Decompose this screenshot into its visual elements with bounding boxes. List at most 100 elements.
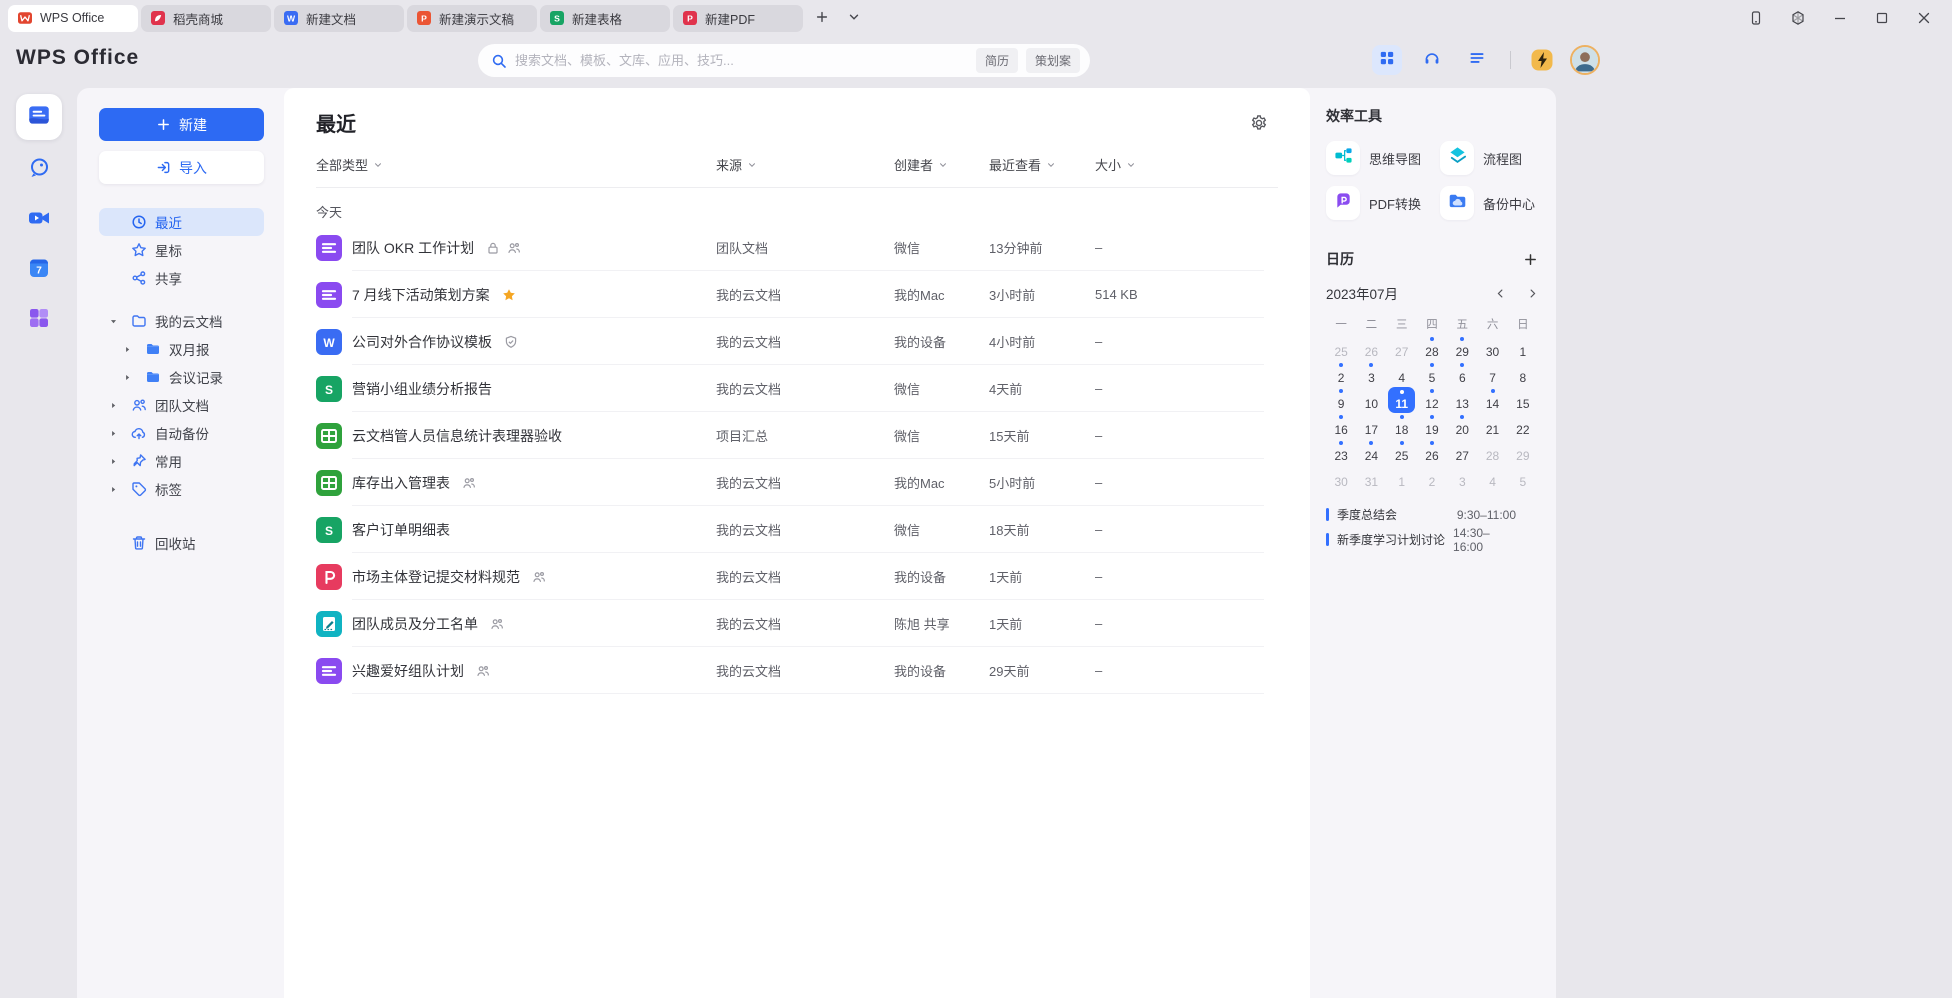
calendar-day[interactable]: 2 xyxy=(1417,465,1447,491)
tool-backup[interactable]: 备份中心 xyxy=(1440,183,1538,223)
caret-right-icon[interactable] xyxy=(109,401,127,410)
table-row[interactable]: 兴趣爱好组队计划我的云文档我的设备29天前– xyxy=(316,647,1278,694)
calendar-day[interactable]: 12 xyxy=(1417,387,1447,413)
calendar-day[interactable]: 27 xyxy=(1447,439,1477,465)
calendar-day[interactable]: 3 xyxy=(1447,465,1477,491)
calendar-day[interactable]: 26 xyxy=(1356,335,1386,361)
global-search-bar[interactable]: 简历策划案 xyxy=(478,44,1090,77)
sidebar-item[interactable]: 常用 xyxy=(99,447,264,475)
caret-right-icon[interactable] xyxy=(109,429,127,438)
apps-grid-button[interactable] xyxy=(1372,45,1402,75)
calendar-day[interactable]: 30 xyxy=(1326,465,1356,491)
close-button[interactable] xyxy=(1916,10,1932,26)
rail-item-apps[interactable] xyxy=(19,300,59,340)
calendar-day[interactable]: 20 xyxy=(1447,413,1477,439)
sidebar-item[interactable]: 共享 xyxy=(99,264,264,292)
calendar-day[interactable]: 25 xyxy=(1387,439,1417,465)
rail-item-documents[interactable] xyxy=(16,94,62,140)
theme-button[interactable] xyxy=(1790,10,1806,26)
table-row[interactable]: 市场主体登记提交材料规范我的云文档我的设备1天前– xyxy=(316,553,1278,600)
sidebar-item[interactable]: 会议记录 xyxy=(113,363,264,391)
mobile-button[interactable] xyxy=(1748,10,1764,26)
calendar-day[interactable]: 8 xyxy=(1508,361,1538,387)
filter-dropdown[interactable]: 创建者 xyxy=(894,155,948,174)
caret-right-icon[interactable] xyxy=(109,485,127,494)
tool-mindmap[interactable]: 思维导图 xyxy=(1326,138,1440,178)
tool-pdf-convert[interactable]: PDF转换 xyxy=(1326,183,1440,223)
new-tab-button[interactable] xyxy=(809,5,835,31)
calendar-day[interactable]: 27 xyxy=(1387,335,1417,361)
sidebar-item[interactable]: 自动备份 xyxy=(99,419,264,447)
gear-icon[interactable] xyxy=(1250,114,1268,132)
window-tab[interactable]: 稻壳商城 xyxy=(141,5,271,32)
calendar-day[interactable]: 14 xyxy=(1477,387,1507,413)
caret-right-icon[interactable] xyxy=(109,457,127,466)
filter-dropdown[interactable]: 全部类型 xyxy=(316,155,383,174)
calendar-day[interactable]: 28 xyxy=(1477,439,1507,465)
calendar-day[interactable]: 26 xyxy=(1417,439,1447,465)
caret-right-icon[interactable] xyxy=(123,373,141,382)
calendar-day[interactable]: 10 xyxy=(1356,387,1386,413)
sidebar-item[interactable]: 我的云文档 xyxy=(99,307,264,335)
calendar-day[interactable]: 1 xyxy=(1387,465,1417,491)
sidebar-item-trash[interactable]: 回收站 xyxy=(99,529,264,557)
filter-dropdown[interactable]: 大小 xyxy=(1095,155,1136,174)
calendar-day[interactable]: 4 xyxy=(1477,465,1507,491)
table-row[interactable]: 云文档管人员信息统计表理器验收项目汇总微信15天前– xyxy=(316,412,1278,459)
calendar-day[interactable]: 7 xyxy=(1477,361,1507,387)
caret-down-icon[interactable] xyxy=(109,317,127,326)
window-tab[interactable]: P新建演示文稿 xyxy=(407,5,537,32)
calendar-day[interactable]: 17 xyxy=(1356,413,1386,439)
table-row[interactable]: S客户订单明细表我的云文档微信18天前– xyxy=(316,506,1278,553)
filter-dropdown[interactable]: 来源 xyxy=(716,155,757,174)
search-tag[interactable]: 简历 xyxy=(976,48,1018,73)
search-input[interactable] xyxy=(515,53,976,68)
import-button[interactable]: 导入 xyxy=(99,151,264,184)
calendar-day[interactable]: 13 xyxy=(1447,387,1477,413)
calendar-day[interactable]: 22 xyxy=(1508,413,1538,439)
new-document-button[interactable]: 新建 xyxy=(99,108,264,141)
table-row[interactable]: 团队 OKR 工作计划团队文档微信13分钟前– xyxy=(316,224,1278,271)
rail-item-chat[interactable] xyxy=(19,150,59,190)
table-row[interactable]: W公司对外合作协议模板我的云文档我的设备4小时前– xyxy=(316,318,1278,365)
window-tab[interactable]: WPS Office xyxy=(8,5,138,32)
window-tab[interactable]: W新建文档 xyxy=(274,5,404,32)
table-row[interactable]: S营销小组业绩分析报告我的云文档微信4天前– xyxy=(316,365,1278,412)
tool-flowchart[interactable]: 流程图 xyxy=(1440,138,1538,178)
calendar-day[interactable]: 28 xyxy=(1417,335,1447,361)
sidebar-item[interactable]: 标签 xyxy=(99,475,264,503)
calendar-day[interactable]: 15 xyxy=(1508,387,1538,413)
maximize-button[interactable] xyxy=(1874,10,1890,26)
calendar-day[interactable]: 21 xyxy=(1477,413,1507,439)
vip-badge-icon[interactable] xyxy=(1529,47,1555,73)
caret-right-icon[interactable] xyxy=(123,345,141,354)
calendar-day[interactable]: 31 xyxy=(1356,465,1386,491)
sidebar-item[interactable]: 双月报 xyxy=(113,335,264,363)
sidebar-item[interactable]: 最近 xyxy=(99,208,264,236)
calendar-day[interactable]: 29 xyxy=(1447,335,1477,361)
prev-month-button[interactable] xyxy=(1495,288,1506,299)
calendar-day[interactable]: 16 xyxy=(1326,413,1356,439)
calendar-day[interactable]: 11 xyxy=(1387,387,1417,413)
minimize-button[interactable] xyxy=(1832,10,1848,26)
add-event-button[interactable] xyxy=(1523,252,1538,267)
rail-item-calendar7[interactable]: 7 xyxy=(19,250,59,290)
calendar-day[interactable]: 1 xyxy=(1508,335,1538,361)
tab-list-dropdown-button[interactable] xyxy=(841,5,867,31)
table-row[interactable]: 库存出入管理表我的云文档我的Mac5小时前– xyxy=(316,459,1278,506)
window-tab[interactable]: P新建PDF xyxy=(673,5,803,32)
calendar-day[interactable]: 5 xyxy=(1508,465,1538,491)
calendar-day[interactable]: 6 xyxy=(1447,361,1477,387)
sidebar-item[interactable]: 团队文档 xyxy=(99,391,264,419)
calendar-day[interactable]: 29 xyxy=(1508,439,1538,465)
user-avatar[interactable] xyxy=(1570,45,1600,75)
calendar-event[interactable]: 季度总结会9:30–11:00 xyxy=(1326,502,1538,527)
calendar-day[interactable]: 23 xyxy=(1326,439,1356,465)
calendar-day[interactable]: 2 xyxy=(1326,361,1356,387)
calendar-event[interactable]: 新季度学习计划讨论14:30–16:00 xyxy=(1326,527,1538,552)
table-row[interactable]: 团队成员及分工名单我的云文档陈旭 共享1天前– xyxy=(316,600,1278,647)
sidebar-item[interactable]: 星标 xyxy=(99,236,264,264)
search-tag[interactable]: 策划案 xyxy=(1026,48,1080,73)
calendar-day[interactable]: 5 xyxy=(1417,361,1447,387)
calendar-day[interactable]: 18 xyxy=(1387,413,1417,439)
